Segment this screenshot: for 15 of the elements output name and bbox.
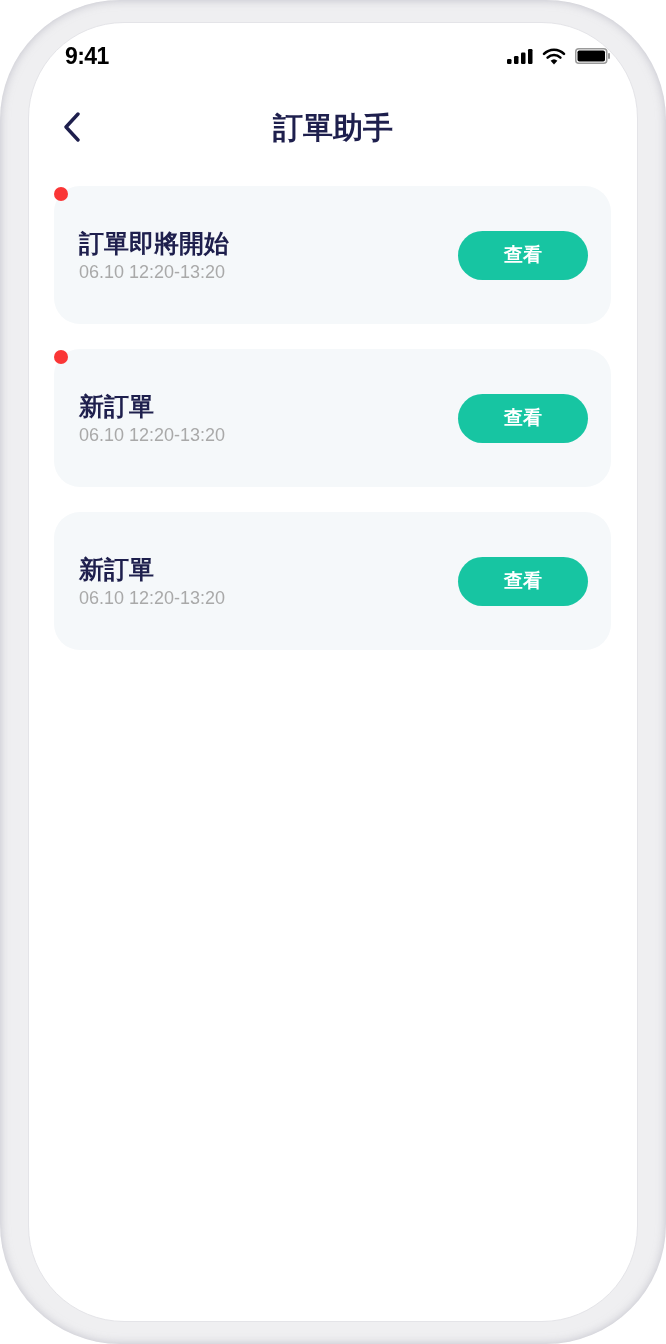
signal-icon xyxy=(507,48,533,64)
page-title: 訂單助手 xyxy=(272,109,394,146)
status-time: 9:41 xyxy=(65,41,109,71)
notification-card[interactable]: 新訂單 06.10 12:20-13:20 查看 xyxy=(54,349,611,487)
notification-card[interactable]: 訂單即將開始 06.10 12:20-13:20 查看 xyxy=(54,186,611,324)
notification-card[interactable]: 新訂單 06.10 12:20-13:20 查看 xyxy=(54,512,611,650)
notification-title: 新訂單 xyxy=(79,554,155,585)
battery-icon xyxy=(575,48,610,64)
back-icon xyxy=(63,112,81,142)
notification-time: 06.10 12:20-13:20 xyxy=(79,261,227,284)
notification-title: 訂單即將開始 xyxy=(79,228,229,259)
wifi-icon xyxy=(542,47,566,65)
notification-time: 06.10 12:20-13:20 xyxy=(79,424,226,447)
notification-time: 06.10 12:20-13:20 xyxy=(79,587,226,610)
notification-title: 新訂單 xyxy=(79,391,155,422)
